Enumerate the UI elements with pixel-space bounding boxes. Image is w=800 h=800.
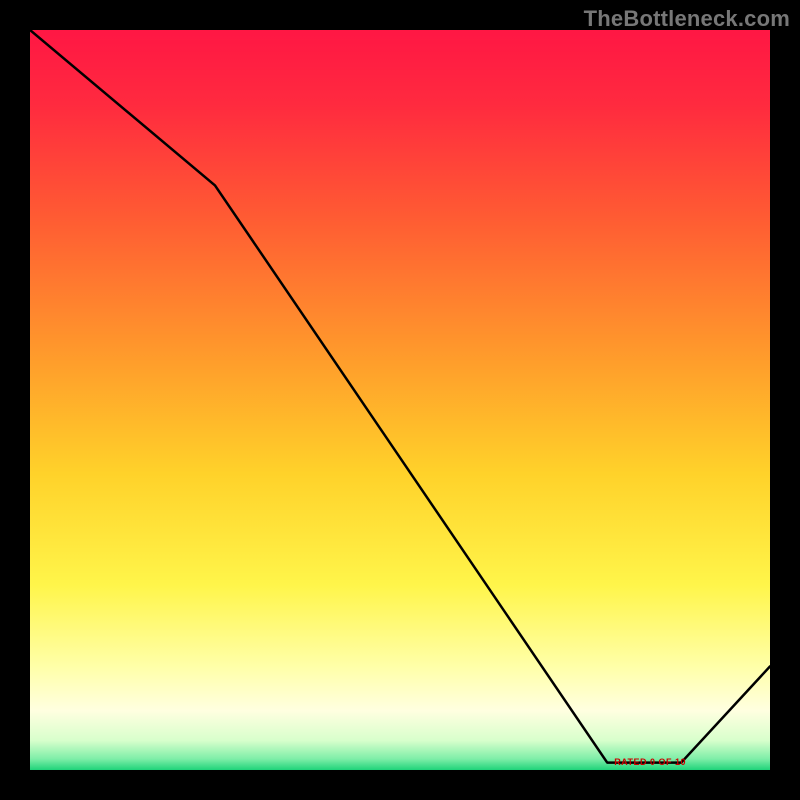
overlay-annotation: RATED 0 OF 10 [614, 757, 686, 767]
watermark-text: TheBottleneck.com [584, 6, 790, 32]
chart-frame: TheBottleneck.com RATED 0 OF 10 [0, 0, 800, 800]
plot-area: RATED 0 OF 10 [30, 30, 770, 770]
gradient-background [30, 30, 770, 770]
chart-svg [30, 30, 770, 770]
